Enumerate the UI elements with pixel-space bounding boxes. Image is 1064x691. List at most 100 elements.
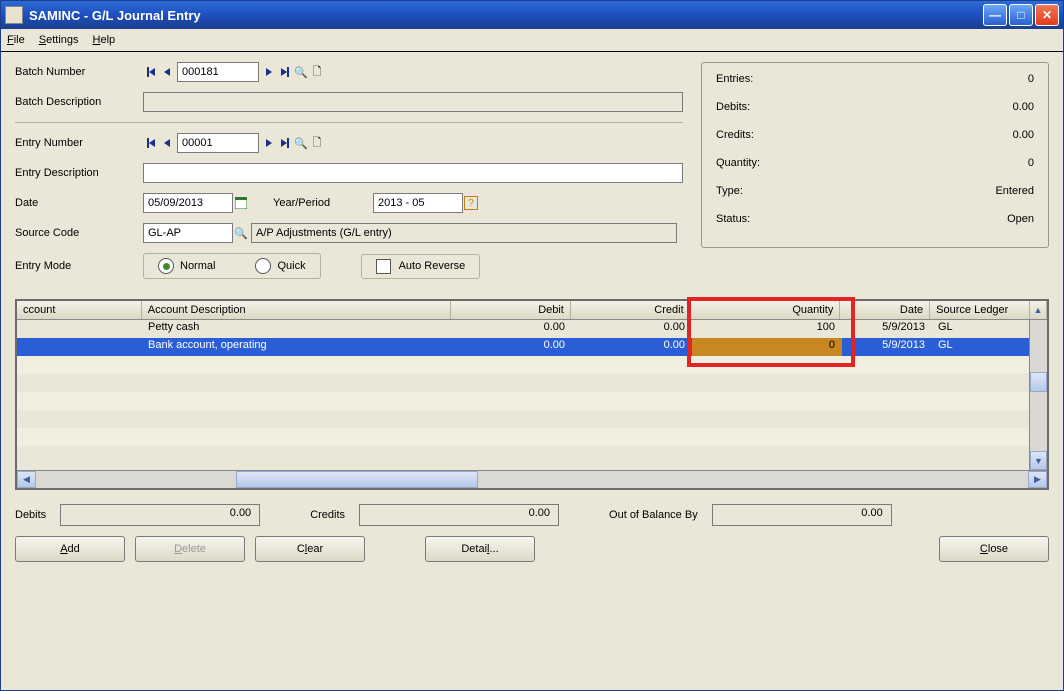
- menu-help[interactable]: Help: [93, 34, 116, 46]
- hscroll-left-icon[interactable]: ◀: [17, 471, 36, 488]
- summary-credits-value: 0.00: [1013, 129, 1034, 141]
- table-row[interactable]: [17, 410, 1047, 428]
- col-scroll-gap: ▲: [1030, 301, 1047, 319]
- section-divider: [15, 122, 683, 123]
- entry-number-input[interactable]: [177, 133, 259, 153]
- col-quantity[interactable]: Quantity: [691, 301, 841, 319]
- entry-mode-normal[interactable]: Normal: [158, 258, 215, 274]
- app-window: SAMINC - G/L Journal Entry — □ ✕ File Se…: [0, 0, 1064, 691]
- minimize-button[interactable]: —: [983, 4, 1007, 26]
- table-row[interactable]: Petty cash 0.00 0.00 100 5/9/2013 GL: [17, 320, 1047, 338]
- batch-last-icon[interactable]: [277, 64, 293, 80]
- grid-hscroll[interactable]: ◀ ▶: [17, 470, 1047, 488]
- out-of-balance-value: 0.00: [712, 504, 892, 526]
- entry-first-icon[interactable]: [143, 135, 159, 151]
- col-desc[interactable]: Account Description: [142, 301, 451, 319]
- entry-prev-icon[interactable]: [159, 135, 175, 151]
- out-of-balance-label: Out of Balance By: [609, 509, 698, 521]
- year-period-label: Year/Period: [273, 197, 373, 209]
- source-code-label: Source Code: [15, 227, 143, 239]
- batch-new-icon[interactable]: 🗋: [309, 63, 325, 81]
- source-code-input[interactable]: [143, 223, 233, 243]
- col-credit[interactable]: Credit: [571, 301, 691, 319]
- debits-total-value: 0.00: [60, 504, 260, 526]
- summary-debits-value: 0.00: [1013, 101, 1034, 113]
- grid-vscroll[interactable]: ▼: [1029, 320, 1047, 470]
- grid-body[interactable]: Petty cash 0.00 0.00 100 5/9/2013 GL Ban…: [17, 320, 1047, 470]
- col-account[interactable]: ccount: [17, 301, 142, 319]
- entry-desc-input[interactable]: [143, 163, 683, 183]
- date-picker-icon[interactable]: [233, 194, 249, 212]
- checkbox-icon: [376, 259, 391, 274]
- source-code-finder-icon[interactable]: 🔍: [233, 224, 249, 242]
- summary-type-label: Type:: [716, 185, 743, 197]
- window-title: SAMINC - G/L Journal Entry: [29, 8, 983, 23]
- entry-finder-icon[interactable]: 🔍: [293, 134, 309, 152]
- vscroll-thumb[interactable]: [1030, 372, 1047, 392]
- hscroll-thumb[interactable]: [236, 471, 478, 488]
- summary-type-value: Entered: [995, 185, 1034, 197]
- add-button[interactable]: Add: [15, 536, 125, 562]
- credits-total-value: 0.00: [359, 504, 559, 526]
- entry-next-icon[interactable]: [261, 135, 277, 151]
- entry-new-icon[interactable]: 🗋: [309, 134, 325, 152]
- radio-icon: [255, 258, 271, 274]
- summary-status-label: Status:: [716, 213, 750, 225]
- batch-number-input[interactable]: [177, 62, 259, 82]
- menu-file[interactable]: File: [7, 34, 25, 46]
- summary-status-value: Open: [1007, 213, 1034, 225]
- credits-total-label: Credits: [310, 509, 345, 521]
- batch-prev-icon[interactable]: [159, 64, 175, 80]
- summary-entries-label: Entries:: [716, 73, 753, 85]
- close-window-button[interactable]: ✕: [1035, 4, 1059, 26]
- menu-bar: File Settings Help: [1, 29, 1063, 52]
- col-date[interactable]: Date: [840, 301, 930, 319]
- debits-total-label: Debits: [15, 509, 46, 521]
- batch-next-icon[interactable]: [261, 64, 277, 80]
- col-source[interactable]: Source Ledger: [930, 301, 1030, 319]
- batch-number-label: Batch Number: [15, 66, 143, 78]
- entry-desc-label: Entry Description: [15, 167, 143, 179]
- batch-desc-label: Batch Description: [15, 96, 143, 108]
- summary-entries-value: 0: [1028, 73, 1034, 85]
- year-period-help-icon[interactable]: ?: [463, 194, 479, 212]
- grid-header: ccount Account Description Debit Credit …: [17, 301, 1047, 320]
- entry-number-label: Entry Number: [15, 137, 143, 149]
- hscroll-right-icon[interactable]: ▶: [1028, 471, 1047, 488]
- source-code-desc: [251, 223, 677, 243]
- batch-first-icon[interactable]: [143, 64, 159, 80]
- menu-settings[interactable]: Settings: [39, 34, 79, 46]
- date-label: Date: [15, 197, 143, 209]
- title-bar: SAMINC - G/L Journal Entry — □ ✕: [1, 1, 1063, 29]
- clear-button[interactable]: Clear: [255, 536, 365, 562]
- date-input[interactable]: [143, 193, 233, 213]
- col-debit[interactable]: Debit: [451, 301, 571, 319]
- table-row[interactable]: [17, 356, 1047, 374]
- summary-quantity-label: Quantity:: [716, 157, 760, 169]
- maximize-button[interactable]: □: [1009, 4, 1033, 26]
- entry-mode-quick[interactable]: Quick: [255, 258, 305, 274]
- table-row[interactable]: [17, 446, 1047, 464]
- entry-mode-label: Entry Mode: [15, 260, 143, 272]
- summary-quantity-value: 0: [1028, 157, 1034, 169]
- vscroll-down-icon[interactable]: ▼: [1030, 451, 1047, 470]
- delete-button[interactable]: Delete: [135, 536, 245, 562]
- table-row[interactable]: Bank account, operating 0.00 0.00 0 5/9/…: [17, 338, 1047, 356]
- batch-finder-icon[interactable]: 🔍: [293, 63, 309, 81]
- close-button[interactable]: Close: [939, 536, 1049, 562]
- table-row[interactable]: [17, 374, 1047, 392]
- auto-reverse-checkbox[interactable]: Auto Reverse: [361, 254, 481, 279]
- summary-debits-label: Debits:: [716, 101, 750, 113]
- radio-selected-icon: [158, 258, 174, 274]
- year-period-input[interactable]: [373, 193, 463, 213]
- batch-desc-input[interactable]: [143, 92, 683, 112]
- journal-grid: ccount Account Description Debit Credit …: [15, 299, 1049, 490]
- table-row[interactable]: [17, 428, 1047, 446]
- summary-credits-label: Credits:: [716, 129, 754, 141]
- table-row[interactable]: [17, 392, 1047, 410]
- app-icon: [5, 6, 23, 24]
- qty-cell-selected[interactable]: 0: [692, 338, 842, 356]
- summary-panel: Entries: 0 Debits: 0.00 Credits: 0.00 Quant…: [701, 62, 1049, 248]
- entry-last-icon[interactable]: [277, 135, 293, 151]
- detail-button[interactable]: Detail...: [425, 536, 535, 562]
